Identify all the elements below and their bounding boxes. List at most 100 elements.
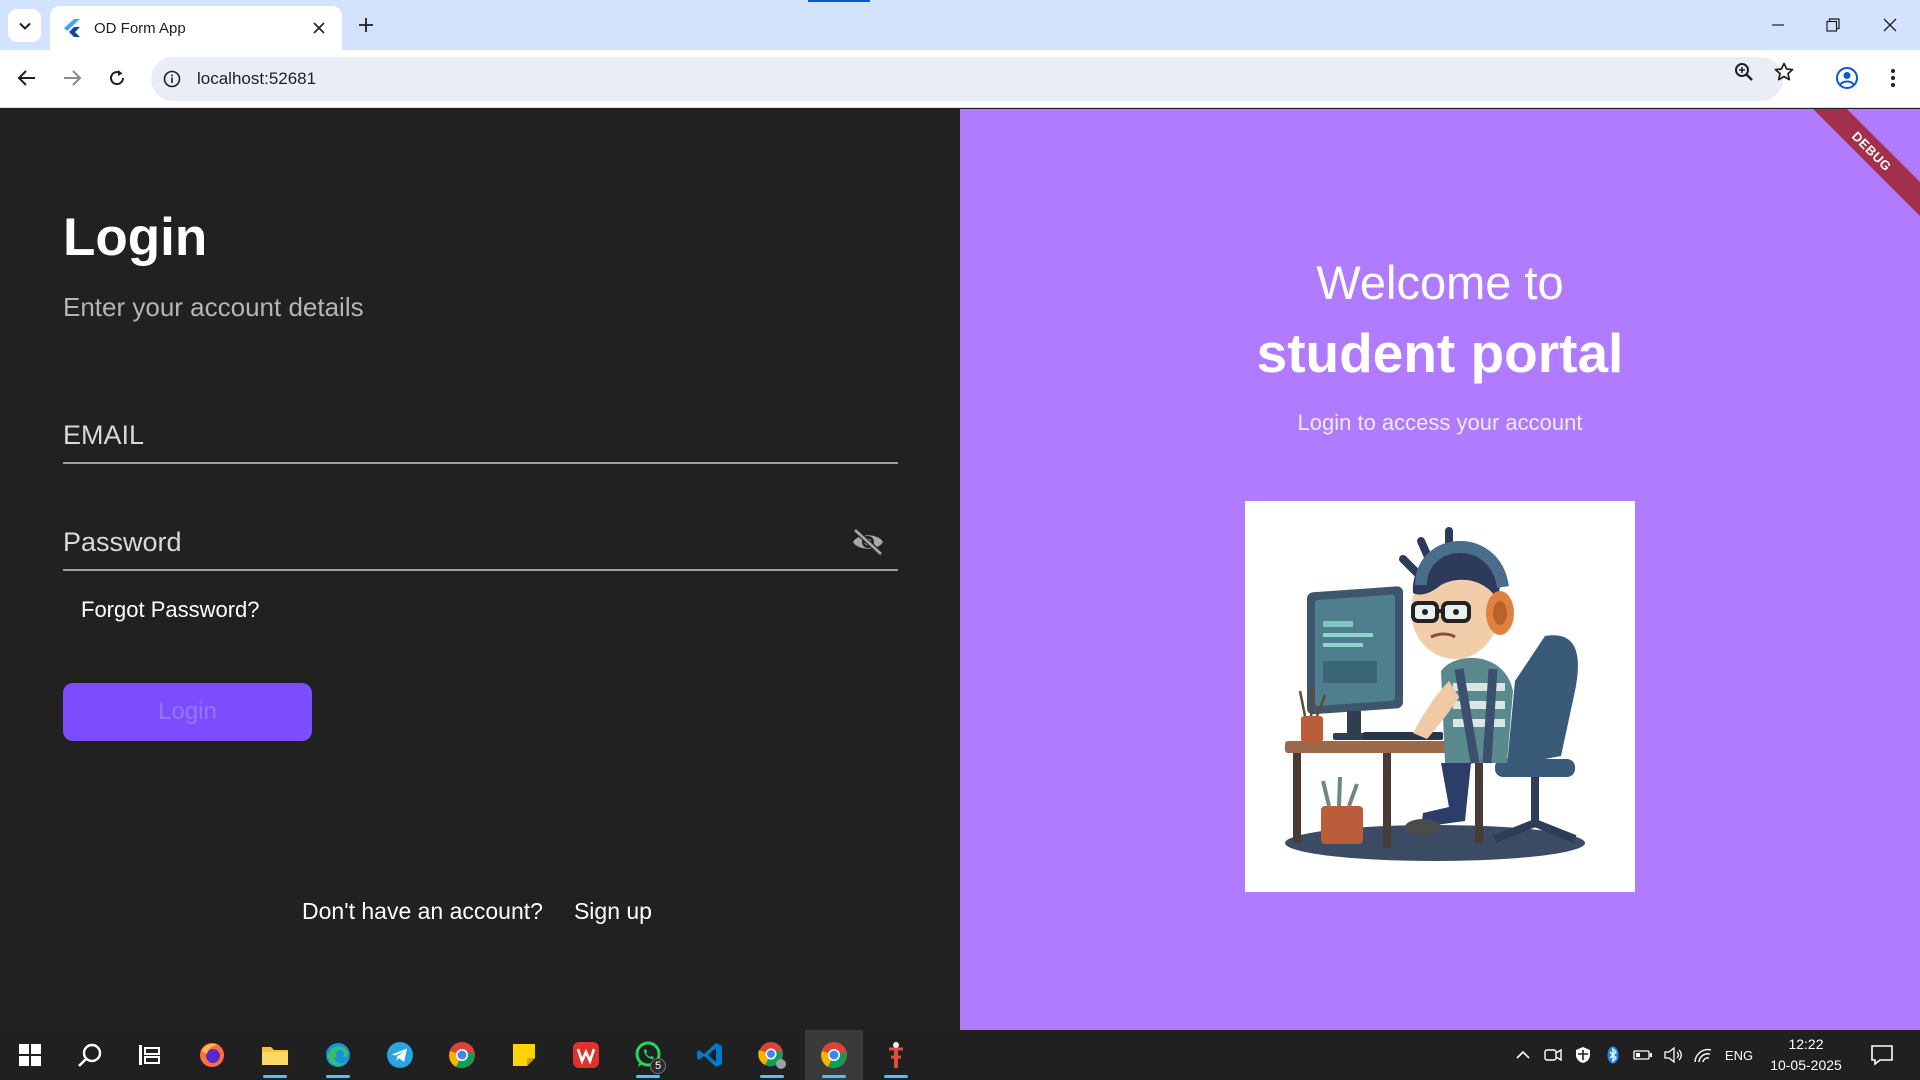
taskbar-chrome-profile[interactable] bbox=[746, 1030, 798, 1080]
student-at-computer-illustration bbox=[1285, 527, 1585, 861]
windows-taskbar: 5 ENG 12:22 10-05-2025 bbox=[0, 1030, 1920, 1080]
url-text[interactable]: localhost:52681 bbox=[197, 69, 1783, 89]
show-hidden-icons-icon[interactable] bbox=[1511, 1043, 1535, 1067]
clock-date: 10-05-2025 bbox=[1770, 1057, 1842, 1073]
profile-button[interactable] bbox=[1830, 61, 1864, 95]
arrow-left-icon bbox=[17, 70, 35, 86]
taskbar-sticky-notes[interactable] bbox=[498, 1030, 550, 1080]
taskbar-edge[interactable] bbox=[312, 1030, 364, 1080]
browser-toolbar: localhost:52681 bbox=[0, 50, 1920, 108]
start-button[interactable] bbox=[4, 1030, 56, 1080]
email-input[interactable] bbox=[63, 405, 898, 462]
chrome-icon bbox=[449, 1042, 475, 1069]
taskbar-whatsapp[interactable]: 5 bbox=[622, 1030, 674, 1080]
running-indicator bbox=[760, 1075, 784, 1078]
taskbar-file-explorer[interactable] bbox=[249, 1030, 301, 1080]
close-icon bbox=[1883, 18, 1897, 32]
notifications-button[interactable] bbox=[1856, 1030, 1908, 1080]
minimize-button[interactable] bbox=[1758, 8, 1798, 42]
address-bar[interactable]: localhost:52681 bbox=[151, 57, 1783, 101]
running-indicator bbox=[884, 1075, 908, 1078]
arrow-right-icon bbox=[64, 70, 82, 86]
no-account-text: Don't have an account? bbox=[302, 898, 543, 924]
more-vertical-icon bbox=[1891, 69, 1895, 87]
zoom-button[interactable] bbox=[1731, 59, 1757, 85]
taskbar-chrome-active[interactable] bbox=[805, 1030, 863, 1080]
login-button[interactable]: Login bbox=[63, 683, 312, 741]
site-info-icon[interactable] bbox=[161, 68, 183, 90]
close-tab-icon[interactable] bbox=[308, 17, 330, 39]
taskbar-chrome[interactable] bbox=[436, 1030, 488, 1080]
telegram-icon bbox=[387, 1042, 413, 1068]
toggle-password-visibility-button[interactable] bbox=[850, 524, 886, 560]
chevron-down-icon bbox=[18, 22, 31, 30]
welcome-tagline: Login to access your account bbox=[1297, 410, 1583, 435]
windows-logo-icon bbox=[19, 1044, 41, 1066]
taskbar-search-button[interactable] bbox=[64, 1030, 116, 1080]
bookmark-button[interactable] bbox=[1771, 59, 1797, 85]
running-indicator bbox=[263, 1075, 287, 1078]
firefox-icon bbox=[200, 1043, 224, 1067]
taskbar-git-gui[interactable] bbox=[870, 1030, 922, 1080]
login-subtitle: Enter your account details bbox=[63, 292, 364, 322]
taskbar-clock[interactable]: 12:22 10-05-2025 bbox=[1766, 1034, 1846, 1076]
input-language-indicator[interactable]: ENG bbox=[1721, 1043, 1757, 1067]
browser-tab[interactable]: OD Form App bbox=[50, 6, 342, 50]
debug-banner: DEBUG bbox=[1792, 109, 1920, 231]
zoom-in-icon bbox=[1735, 63, 1753, 81]
password-input[interactable] bbox=[63, 512, 898, 569]
tab-search-button[interactable] bbox=[8, 9, 41, 42]
account-circle-icon bbox=[1836, 67, 1858, 89]
restore-icon bbox=[1826, 18, 1840, 32]
sign-up-link[interactable]: Sign up bbox=[574, 898, 652, 925]
bluetooth-icon[interactable] bbox=[1601, 1043, 1625, 1067]
clock-time: 12:22 bbox=[1788, 1036, 1824, 1052]
folder-icon bbox=[262, 1047, 288, 1065]
chrome-profile-icon bbox=[758, 1042, 786, 1069]
wps-office-icon bbox=[573, 1042, 599, 1068]
browser-title-bar: OD Form App bbox=[0, 0, 1920, 50]
password-field[interactable] bbox=[63, 512, 898, 571]
search-icon bbox=[78, 1043, 102, 1067]
flutter-icon bbox=[64, 19, 82, 37]
wifi-icon[interactable] bbox=[1691, 1043, 1715, 1067]
task-view-icon bbox=[139, 1045, 160, 1065]
vscode-icon bbox=[697, 1043, 722, 1067]
volume-icon[interactable] bbox=[1661, 1043, 1685, 1067]
taskbar-firefox[interactable] bbox=[186, 1030, 238, 1080]
git-gui-icon bbox=[889, 1042, 903, 1068]
login-panel: Login Enter your account details Forgot … bbox=[0, 109, 960, 1030]
forgot-password-link[interactable]: Forgot Password? bbox=[81, 597, 260, 623]
battery-icon[interactable] bbox=[1631, 1043, 1655, 1067]
security-shield-icon[interactable] bbox=[1571, 1043, 1595, 1067]
sticky-notes-icon bbox=[513, 1044, 535, 1066]
signup-row: Don't have an account? Sign up bbox=[302, 898, 652, 925]
camera-icon[interactable] bbox=[1541, 1043, 1565, 1067]
portal-heading: student portal bbox=[1256, 322, 1624, 384]
new-tab-button[interactable] bbox=[354, 13, 378, 37]
running-indicator bbox=[636, 1075, 660, 1078]
edge-icon bbox=[326, 1043, 350, 1067]
chrome-icon bbox=[821, 1042, 847, 1069]
welcome-panel: DEBUG Welcome to student portal Login to… bbox=[960, 109, 1920, 1030]
reload-button[interactable] bbox=[100, 61, 134, 95]
debug-banner-label: DEBUG bbox=[1849, 128, 1895, 174]
running-indicator bbox=[326, 1075, 350, 1078]
minimize-icon bbox=[1772, 24, 1784, 26]
email-field[interactable] bbox=[63, 405, 898, 464]
back-button[interactable] bbox=[10, 61, 44, 95]
taskbar-wps-office[interactable] bbox=[560, 1030, 612, 1080]
chrome-menu-button[interactable] bbox=[1876, 61, 1910, 95]
restore-button[interactable] bbox=[1813, 8, 1853, 42]
running-indicator bbox=[822, 1075, 846, 1078]
student-illustration bbox=[1245, 501, 1635, 892]
title-bar-accent bbox=[808, 0, 870, 2]
forward-button[interactable] bbox=[55, 61, 89, 95]
star-icon bbox=[1774, 62, 1794, 81]
reload-icon bbox=[110, 70, 125, 86]
close-window-button[interactable] bbox=[1870, 8, 1910, 42]
task-view-button[interactable] bbox=[124, 1030, 176, 1080]
taskbar-vscode[interactable] bbox=[684, 1030, 736, 1080]
welcome-heading: Welcome to bbox=[1316, 256, 1564, 309]
taskbar-telegram[interactable] bbox=[374, 1030, 426, 1080]
